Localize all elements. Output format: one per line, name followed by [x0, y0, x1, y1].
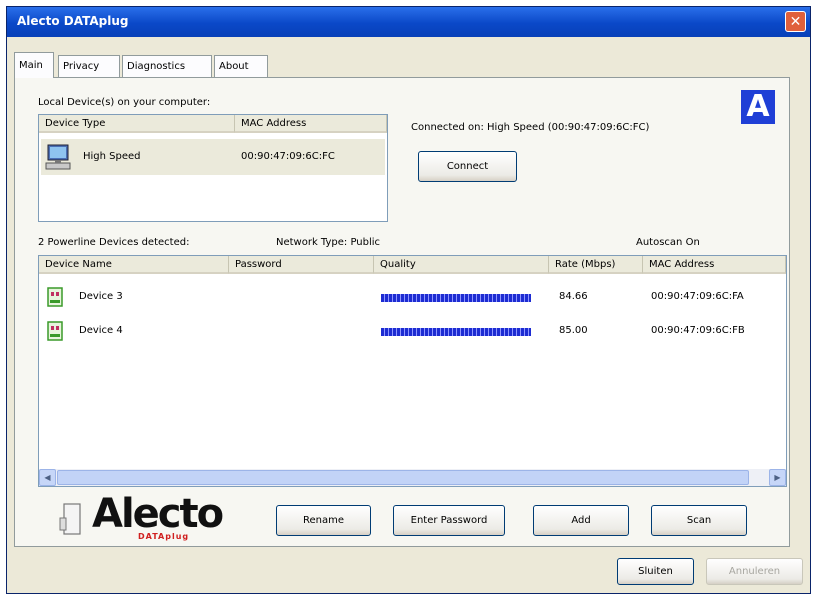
plug-icon [59, 503, 81, 535]
scrollbar-thumb[interactable] [57, 470, 749, 485]
powerline-device-icon [47, 321, 63, 341]
enter-password-button[interactable]: Enter Password [393, 505, 505, 536]
powerline-detected-label: 2 Powerline Devices detected: [38, 237, 190, 248]
window-title: Alecto DATAplug [17, 14, 129, 28]
scroll-left-arrow-icon[interactable]: ◀ [39, 469, 56, 486]
alecto-logo-icon: A [741, 90, 775, 124]
powerline-devices-list[interactable]: Device Name Password Quality Rate (Mbps)… [38, 255, 787, 487]
column-header-rate[interactable]: Rate (Mbps) [549, 256, 643, 274]
local-devices-list[interactable]: Device Type MAC Address High Speed 00:90… [38, 114, 388, 222]
horizontal-scrollbar[interactable]: ◀ ▶ [39, 469, 786, 486]
title-bar[interactable]: Alecto DATAplug ✕ [7, 7, 810, 37]
quality-bar [381, 328, 531, 336]
tab-privacy[interactable]: Privacy [58, 55, 120, 77]
device-rate: 84.66 [559, 291, 588, 302]
local-device-row[interactable]: High Speed 00:90:47:09:6C:FC [41, 139, 385, 175]
column-header-device-type[interactable]: Device Type [39, 115, 235, 133]
scan-button[interactable]: Scan [651, 505, 747, 536]
network-type-label: Network Type: Public [276, 237, 381, 248]
scroll-right-arrow-icon[interactable]: ▶ [769, 469, 786, 486]
powerline-device-row[interactable]: Device 4 85.00 00:90:47:09:6C:FB [39, 318, 784, 344]
local-device-mac: 00:90:47:09:6C:FC [241, 151, 335, 162]
column-header-quality[interactable]: Quality [374, 256, 549, 274]
tab-main[interactable]: Main [14, 52, 54, 78]
local-devices-label: Local Device(s) on your computer: [38, 97, 211, 108]
device-mac: 00:90:47:09:6C:FB [651, 325, 745, 336]
close-button[interactable]: Sluiten [617, 558, 694, 585]
device-name: Device 4 [79, 325, 123, 336]
rename-button[interactable]: Rename [276, 505, 371, 536]
local-device-type: High Speed [83, 151, 141, 162]
computer-icon [45, 144, 71, 170]
brand-subtitle: DATAplug [138, 532, 190, 541]
add-button[interactable]: Add [533, 505, 629, 536]
connect-button[interactable]: Connect [418, 151, 517, 182]
column-header-password[interactable]: Password [229, 256, 374, 274]
apply-button[interactable]: Annuleren [706, 558, 803, 585]
quality-bar [381, 294, 531, 302]
brand-logo-text: Alecto [92, 491, 224, 537]
tab-diagnostics[interactable]: Diagnostics [122, 55, 212, 77]
device-rate: 85.00 [559, 325, 588, 336]
device-name: Device 3 [79, 291, 123, 302]
column-header-device-name[interactable]: Device Name [39, 256, 229, 274]
powerline-device-icon [47, 287, 63, 307]
column-header-mac-address[interactable]: MAC Address [235, 115, 387, 133]
column-header-mac-address[interactable]: MAC Address [643, 256, 786, 274]
powerline-device-row[interactable]: Device 3 84.66 00:90:47:09:6C:FA [39, 284, 784, 310]
tab-about[interactable]: About [214, 55, 268, 77]
close-window-button[interactable]: ✕ [785, 11, 806, 32]
autoscan-status: Autoscan On [636, 237, 700, 248]
device-mac: 00:90:47:09:6C:FA [651, 291, 744, 302]
connected-status-text: Connected on: High Speed (00:90:47:09:6C… [411, 122, 650, 133]
